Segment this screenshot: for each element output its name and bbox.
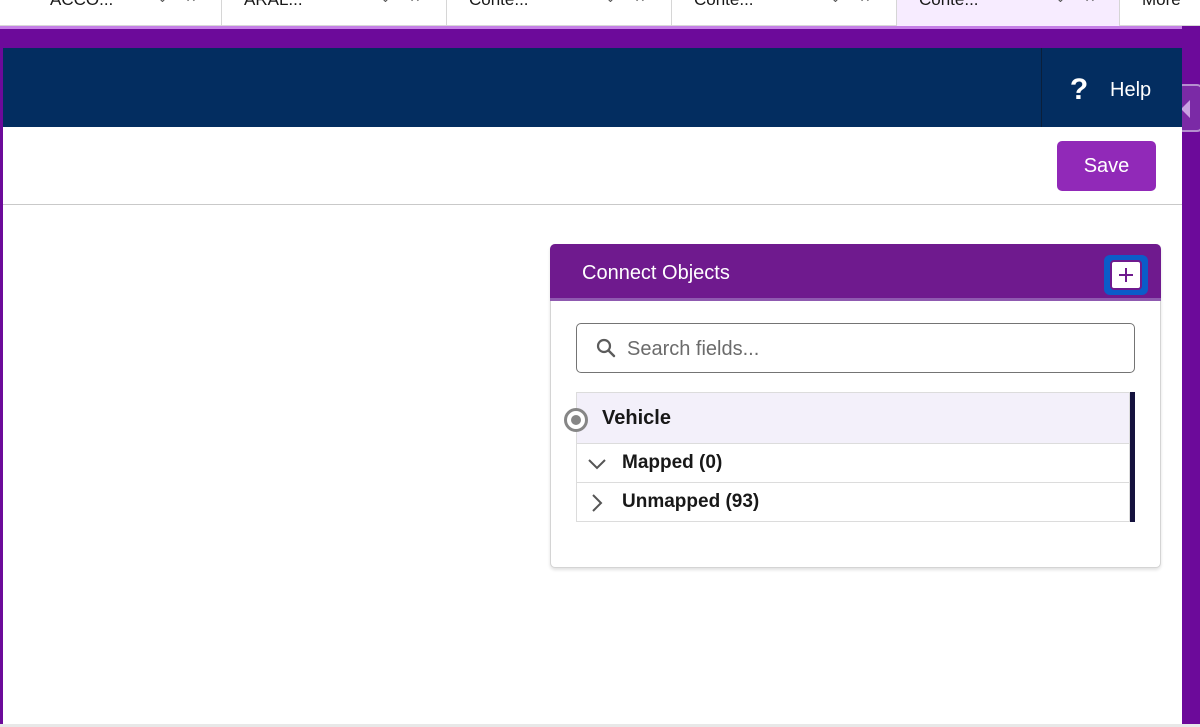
add-object-button[interactable] xyxy=(1104,255,1148,295)
tab-label: Conte... xyxy=(919,0,979,10)
page-toolbar xyxy=(3,127,1182,205)
radio-selected[interactable] xyxy=(564,408,588,432)
app-accent-band xyxy=(0,26,1200,48)
tab-conte-1[interactable]: Conte... ⌄ × xyxy=(447,0,672,26)
tab-acco[interactable]: ACCO... ⌄ × xyxy=(0,0,222,26)
chevron-down-icon[interactable]: ⌄ xyxy=(1055,0,1066,6)
chevron-down-icon[interactable]: ⌄ xyxy=(605,0,616,6)
browser-tab-strip: ACCO... ⌄ × ARAL... ⌄ × Conte... ⌄ × Con… xyxy=(0,0,1200,26)
tab-conte-3-active[interactable]: Conte... ⌄ × xyxy=(897,0,1120,26)
close-icon[interactable]: × xyxy=(860,0,870,8)
tab-more[interactable]: More xyxy=(1120,0,1200,26)
chevron-down-icon[interactable]: ⌄ xyxy=(830,0,841,6)
close-icon[interactable]: × xyxy=(410,0,420,8)
group-label: Mapped (0) xyxy=(622,452,723,473)
group-label: Unmapped (93) xyxy=(622,491,760,512)
help-button[interactable]: ? Help xyxy=(1062,72,1151,108)
tab-conte-2[interactable]: Conte... ⌄ × xyxy=(672,0,897,26)
tab-label: ACCO... xyxy=(50,0,113,10)
chevron-down-icon[interactable]: ⌄ xyxy=(380,0,391,6)
global-header xyxy=(3,48,1182,127)
help-label: Help xyxy=(1110,78,1152,101)
chevron-left-icon xyxy=(1181,100,1190,118)
search-input[interactable] xyxy=(627,334,1107,364)
panel-title: Connect Objects xyxy=(582,262,730,284)
save-button[interactable]: Save xyxy=(1057,141,1156,191)
group-mapped[interactable]: Mapped (0) xyxy=(576,443,1130,483)
plus-icon xyxy=(1110,260,1142,290)
chevron-right-icon[interactable] xyxy=(587,493,607,513)
object-name: Vehicle xyxy=(602,407,671,429)
chevron-down-icon[interactable] xyxy=(587,454,607,474)
header-divider xyxy=(1041,48,1042,127)
close-icon[interactable]: × xyxy=(1085,0,1095,8)
tab-aral[interactable]: ARAL... ⌄ × xyxy=(222,0,447,26)
tree-scroll-indicator xyxy=(1130,392,1135,522)
close-icon[interactable]: × xyxy=(186,0,196,8)
chevron-down-icon[interactable]: ⌄ xyxy=(157,0,168,6)
tab-label: Conte... xyxy=(469,0,529,10)
tab-label: ARAL... xyxy=(244,0,303,10)
close-icon[interactable]: × xyxy=(635,0,645,8)
question-icon: ? xyxy=(1069,73,1089,106)
search-icon xyxy=(596,338,616,358)
group-unmapped[interactable]: Unmapped (93) xyxy=(576,482,1130,522)
tab-label: More xyxy=(1142,0,1181,10)
tab-label: Conte... xyxy=(694,0,754,10)
